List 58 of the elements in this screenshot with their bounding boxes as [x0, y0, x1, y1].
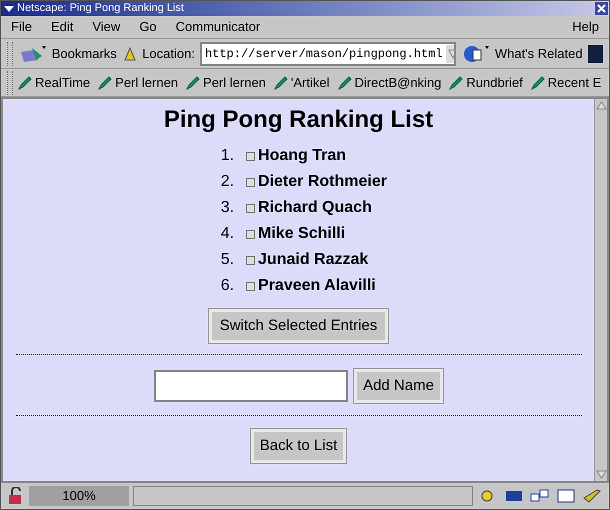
dropdown-icon[interactable]: [446, 44, 454, 62]
bookmarks-button[interactable]: Bookmarks: [52, 44, 117, 64]
bookmark-link[interactable]: Perl lernen: [203, 72, 266, 92]
scrollbar[interactable]: [594, 99, 607, 481]
chat-icon[interactable]: [529, 488, 551, 504]
player-name: Mike Schilli: [258, 224, 346, 244]
window-title: Netscape: Ping Pong Ranking List: [17, 3, 185, 14]
switch-button[interactable]: Switch Selected Entries: [208, 309, 388, 343]
bookmark-icon: [98, 76, 112, 90]
rank-number: 5.: [220, 250, 234, 270]
bookmark-icon: [530, 76, 545, 90]
bookmark-icon: [449, 76, 464, 90]
player-name: Dieter Rothmeier: [258, 172, 387, 192]
rank-number: 3.: [220, 198, 234, 218]
checkbox[interactable]: [246, 152, 256, 160]
bookmark-icon: [338, 76, 352, 90]
whats-related-button[interactable]: What's Related: [494, 44, 583, 64]
menu-item[interactable]: Help: [572, 17, 599, 37]
checkbox[interactable]: [246, 256, 256, 264]
bookmark-icon: [186, 76, 200, 90]
bookmark-icon: [18, 76, 32, 90]
checkbox[interactable]: [246, 282, 256, 290]
rank-number: 2.: [220, 172, 234, 192]
menu-item[interactable]: Go: [139, 17, 157, 37]
player-name: Praveen Alavilli: [258, 276, 376, 296]
bookmark-link[interactable]: 'Artikel: [290, 72, 330, 92]
bookmark-link[interactable]: Recent E: [548, 72, 602, 92]
window-menu-icon[interactable]: [3, 4, 15, 14]
pen-icon[interactable]: [581, 488, 603, 504]
menu-item[interactable]: Communicator: [176, 17, 260, 37]
scroll-down-icon[interactable]: [595, 468, 608, 481]
player-name: Hoang Tran: [258, 146, 346, 166]
scroll-up-icon[interactable]: [595, 99, 608, 112]
name-field[interactable]: [154, 370, 348, 402]
menu-item[interactable]: Edit: [50, 17, 74, 37]
location-label: Location:: [142, 44, 195, 63]
player-name: Junaid Razzak: [258, 250, 368, 270]
bookmark-link[interactable]: Rundbrief: [466, 72, 523, 92]
bookmark-link[interactable]: DirectB@nking: [354, 72, 442, 92]
menu-item[interactable]: File: [11, 17, 32, 37]
location-field[interactable]: http://server/mason/pingpong.html: [200, 42, 456, 66]
menu-item[interactable]: View: [92, 17, 120, 37]
rank-number: 6.: [220, 276, 234, 296]
location-icon: [122, 44, 138, 62]
checkbox[interactable]: [246, 230, 256, 238]
rank-number: 4.: [220, 224, 234, 244]
rank-number: 1.: [220, 146, 234, 166]
checkbox[interactable]: [246, 204, 256, 212]
add-name-button[interactable]: Add Name: [354, 369, 443, 403]
bookmark-link[interactable]: Perl lernen: [115, 72, 178, 92]
zoom-level: 100%: [29, 486, 129, 506]
player-name: Richard Quach: [258, 198, 372, 218]
bookmark-icon: [274, 76, 288, 90]
bookmark-link[interactable]: RealTime: [35, 72, 90, 92]
close-icon[interactable]: [595, 2, 608, 15]
page-heading: Ping Pong Ranking List: [164, 105, 434, 135]
checkbox[interactable]: [246, 178, 256, 186]
back-button[interactable]: Back to List: [250, 429, 346, 463]
